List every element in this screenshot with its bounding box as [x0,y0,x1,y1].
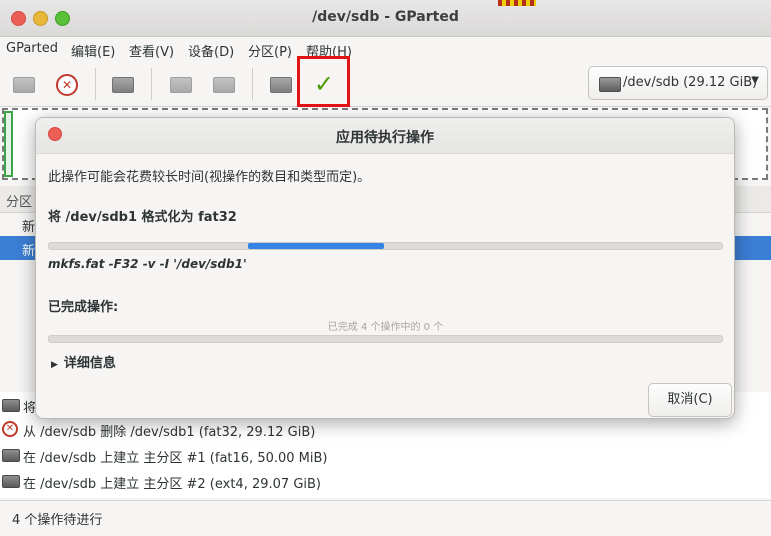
expander-arrow-icon: ▶ [51,360,58,370]
menubar: GParted 编辑(E) 查看(V) 设备(D) 分区(P) 帮助(H) [0,37,771,61]
new-partition-button[interactable] [10,71,36,97]
copy-icon [170,77,192,93]
current-operation-progress [48,242,723,250]
current-operation-progress-fill [248,243,384,249]
menu-edit[interactable]: 编辑(E) [71,41,115,60]
partition-row-label: 新 [22,220,36,235]
dialog-titlebar: 应用待执行操作 [36,118,734,154]
statusbar: 4 个操作待进行 [0,500,771,536]
resize-move-button[interactable] [109,71,135,97]
status-text: 4 个操作待进行 [12,513,103,528]
delete-icon: ✕ [2,421,18,437]
format-icon [2,399,20,412]
delete-button[interactable]: ✕ [53,71,79,97]
details-expander[interactable]: ▶ 详细信息 [51,352,116,371]
partition-column-header[interactable]: 分区 [6,191,32,210]
undo-icon [270,77,292,93]
partition-row-label: 新 [22,244,36,259]
cancel-button[interactable]: 取消(C) [648,383,732,417]
resize-move-icon [112,77,134,93]
window-title: /dev/sdb - GParted [312,9,459,25]
pending-operation-row[interactable]: ✕ 从 /dev/sdb 删除 /dev/sdb1 (fat32, 29.12 … [0,416,771,442]
menu-device[interactable]: 设备(D) [188,41,234,60]
new-partition-icon [13,77,35,93]
apply-highlight-box [297,56,350,107]
menu-view[interactable]: 查看(V) [129,41,174,60]
chevron-down-icon: ▼ [751,75,759,86]
pending-operation-row[interactable]: 在 /dev/sdb 上建立 主分区 #2 (ext4, 29.07 GiB) [0,468,771,494]
toolbar-separator [252,68,253,100]
device-selector[interactable]: /dev/sdb (29.12 GiB) ▼ [588,66,768,100]
disk-icon [599,77,621,92]
completed-operations-progress [48,335,723,343]
paste-icon [213,77,235,93]
completed-operations-label: 已完成操作: [48,300,119,315]
paste-button[interactable] [210,71,236,97]
current-operation-label: 将 /dev/sdb1 格式化为 fat32 [48,210,237,225]
menu-partition[interactable]: 分区(P) [248,41,292,60]
disk-icon [2,449,20,462]
partition-graph-segment[interactable] [4,111,13,177]
pending-operation-row[interactable]: 在 /dev/sdb 上建立 主分区 #1 (fat16, 50.00 MiB) [0,442,771,468]
pending-operation-text: 从 /dev/sdb 删除 /dev/sdb1 (fat32, 29.12 Gi… [23,425,316,440]
device-selector-label: /dev/sdb (29.12 GiB) [623,75,758,90]
disk-icon [2,475,20,488]
delete-icon: ✕ [56,74,78,96]
pending-operation-text: 在 /dev/sdb 上建立 主分区 #2 (ext4, 29.07 GiB) [23,477,321,492]
dialog-info-text: 此操作可能会花费较长时间(视操作的数目和类型而定)。 [48,170,371,185]
undo-button[interactable] [267,71,293,97]
completed-operations-text: 已完成 4 个操作中的 0 个 [327,322,444,333]
details-label: 详细信息 [63,356,116,371]
background-stripe [498,0,536,6]
menu-gparted[interactable]: GParted [6,41,58,56]
current-command-text: mkfs.fat -F32 -v -I '/dev/sdb1' [48,257,247,271]
apply-operations-dialog: 应用待执行操作 此操作可能会花费较长时间(视操作的数目和类型而定)。 将 /de… [35,117,735,419]
toolbar-separator [151,68,152,100]
dialog-title: 应用待执行操作 [336,130,434,146]
copy-button[interactable] [167,71,193,97]
toolbar-separator [95,68,96,100]
pending-operation-text: 在 /dev/sdb 上建立 主分区 #1 (fat16, 50.00 MiB) [23,451,328,466]
window-titlebar: /dev/sdb - GParted [0,0,771,37]
